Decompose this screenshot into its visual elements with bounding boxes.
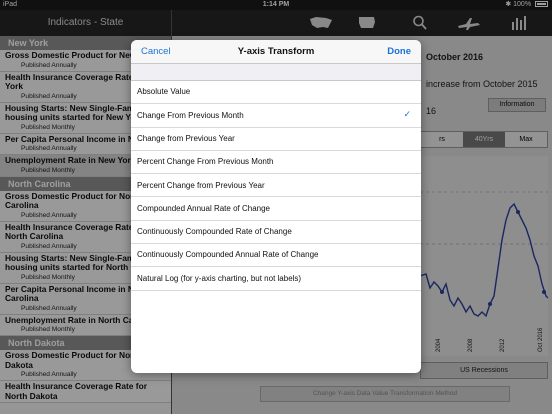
transform-option-change-prev-year[interactable]: Change from Previous Year (131, 127, 421, 151)
done-button[interactable]: Done (387, 46, 411, 57)
y-axis-transform-dialog: Y-axis Transform Cancel Done Absolute Va… (131, 40, 421, 373)
transform-option-pct-change-prev-month[interactable]: Percent Change From Previous Month (131, 150, 421, 175)
dialog-title: Y-axis Transform (237, 46, 315, 57)
transform-option-natural-log[interactable]: Natural Log (for y-axis charting, but no… (131, 267, 421, 291)
cancel-button[interactable]: Cancel (141, 46, 171, 57)
transform-option-pct-change-prev-year[interactable]: Percent Change from Previous Year (131, 174, 421, 198)
transform-option-continuously-compounded[interactable]: Continuously Compounded Rate of Change (131, 220, 421, 245)
transform-option-continuously-compounded-annual[interactable]: Continuously Compounded Annual Rate of C… (131, 244, 421, 268)
transform-option-change-prev-month[interactable]: Change From Previous Month ✓ (131, 104, 421, 128)
checkmark-icon: ✓ (403, 109, 411, 120)
transform-option-absolute-value[interactable]: Absolute Value (131, 81, 421, 105)
dialog-nav-bar: Y-axis Transform Cancel Done (131, 40, 421, 64)
transform-option-compounded-annual[interactable]: Compounded Annual Rate of Change (131, 197, 421, 221)
dialog-spacer (131, 64, 421, 81)
